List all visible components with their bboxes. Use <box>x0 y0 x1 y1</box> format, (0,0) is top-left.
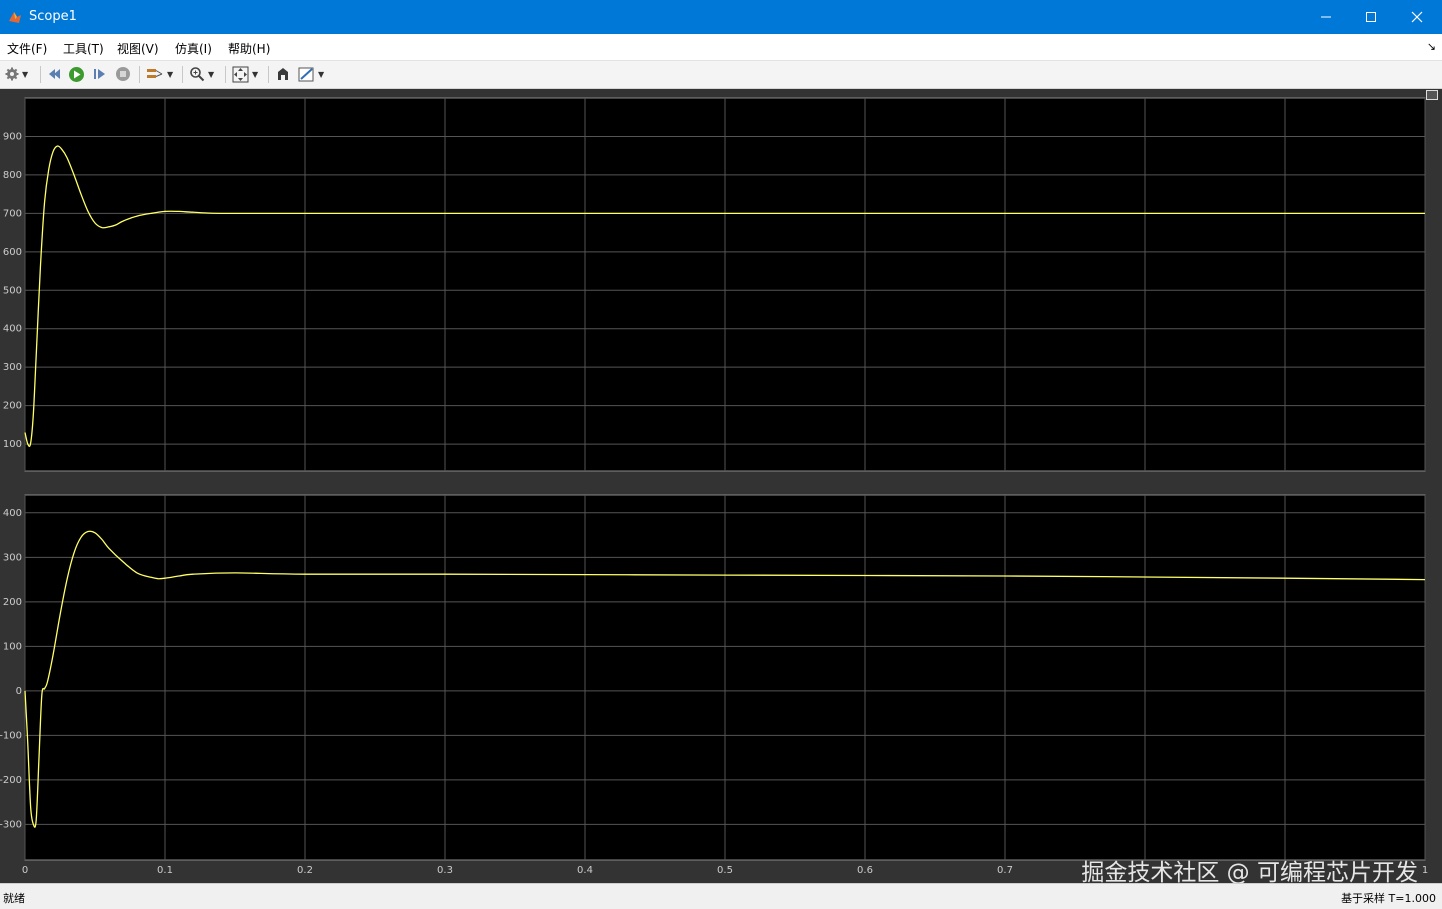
x-tick-label: 0.6 <box>857 865 873 876</box>
x-tick-label: 1 <box>1422 865 1428 876</box>
y-tick-label: 500 <box>3 285 22 296</box>
x-tick-label: 0.1 <box>157 865 173 876</box>
x-tick-label: 0.4 <box>577 865 593 876</box>
menu-simulation[interactable]: 仿真(I) <box>175 40 212 57</box>
close-icon <box>1411 11 1423 23</box>
step-back-button[interactable] <box>46 65 62 83</box>
y-tick-label: 800 <box>3 170 22 181</box>
y-tick-label: -100 <box>0 730 22 741</box>
y-tick-label: 0 <box>16 686 22 697</box>
status-ready: 就绪 <box>3 892 25 905</box>
menu-view[interactable]: 视图(V) <box>117 40 159 57</box>
y-tick-label: 600 <box>3 247 22 258</box>
y-tick-label: 100 <box>3 439 22 450</box>
matlab-logo-icon <box>9 12 21 23</box>
x-tick-label: 0.7 <box>997 865 1013 876</box>
edit-style-icon <box>298 67 314 81</box>
stop-button[interactable] <box>115 65 131 83</box>
zoom-icon <box>190 67 205 82</box>
y-tick-label: 400 <box>3 324 22 335</box>
y-tick-label: 400 <box>3 508 22 519</box>
highlight-button[interactable] <box>275 65 291 83</box>
menu-bar: 文件(F) 工具(T) 视图(V) 仿真(I) 帮助(H) ↘ <box>0 34 1442 61</box>
x-tick-label: 0.5 <box>717 865 733 876</box>
signal-select-button[interactable]: ▼ <box>146 65 173 83</box>
autoscale-icon <box>232 66 249 82</box>
minimize-button[interactable] <box>1303 0 1349 34</box>
x-tick-label: 0.3 <box>437 865 453 876</box>
minimize-icon <box>1321 16 1331 18</box>
x-tick-label: 0 <box>22 865 28 876</box>
y-tick-label: -200 <box>0 775 22 786</box>
scope-display: 100 200 300 400 500 600 700 800 900 -300 -200 -100 0… <box>0 89 1442 883</box>
zoom-button[interactable]: ▼ <box>189 65 214 83</box>
menu-tools[interactable]: 工具(T) <box>63 40 104 57</box>
title-bar: Scope1 <box>0 0 1442 34</box>
run-button[interactable] <box>68 65 85 83</box>
edit-style-button[interactable]: ▼ <box>298 65 324 83</box>
step-forward-icon <box>94 69 105 79</box>
undock-icon[interactable] <box>1426 90 1438 100</box>
highlight-icon <box>278 68 288 80</box>
settings-button[interactable]: ▼ <box>5 65 28 83</box>
maximize-button[interactable] <box>1348 0 1394 34</box>
y-tick-label: 300 <box>3 362 22 373</box>
status-bar: 就绪 基于采样 T=1.000 <box>0 883 1442 909</box>
maximize-icon <box>1366 12 1376 22</box>
y-tick-label: 300 <box>3 552 22 563</box>
menu-file[interactable]: 文件(F) <box>7 40 47 57</box>
window-title: Scope1 <box>29 9 77 24</box>
x-tick-label: 0.2 <box>297 865 313 876</box>
y-tick-label: 200 <box>3 597 22 608</box>
step-back-icon <box>49 69 60 79</box>
scope-plots: 100200300400500600700800900-300-200-1000… <box>0 97 1428 876</box>
y-tick-label: 100 <box>3 641 22 652</box>
run-icon <box>69 66 84 82</box>
signal-select-icon <box>147 69 163 78</box>
y-tick-label: 200 <box>3 401 22 412</box>
dock-arrow-icon[interactable]: ↘ <box>1427 40 1436 53</box>
y-tick-label: 700 <box>3 208 22 219</box>
y-tick-label: 900 <box>3 131 22 142</box>
close-button[interactable] <box>1394 0 1440 34</box>
step-forward-button[interactable] <box>92 65 108 83</box>
stop-icon <box>116 67 130 81</box>
status-sample-time: 基于采样 T=1.000 <box>1341 892 1436 905</box>
gear-icon <box>5 67 19 81</box>
toolbar: ▼ ▼ ▼ ▼ ▼ <box>0 61 1442 89</box>
autoscale-button[interactable]: ▼ <box>232 65 258 83</box>
menu-help[interactable]: 帮助(H) <box>228 40 270 57</box>
y-tick-label: -300 <box>0 819 22 830</box>
